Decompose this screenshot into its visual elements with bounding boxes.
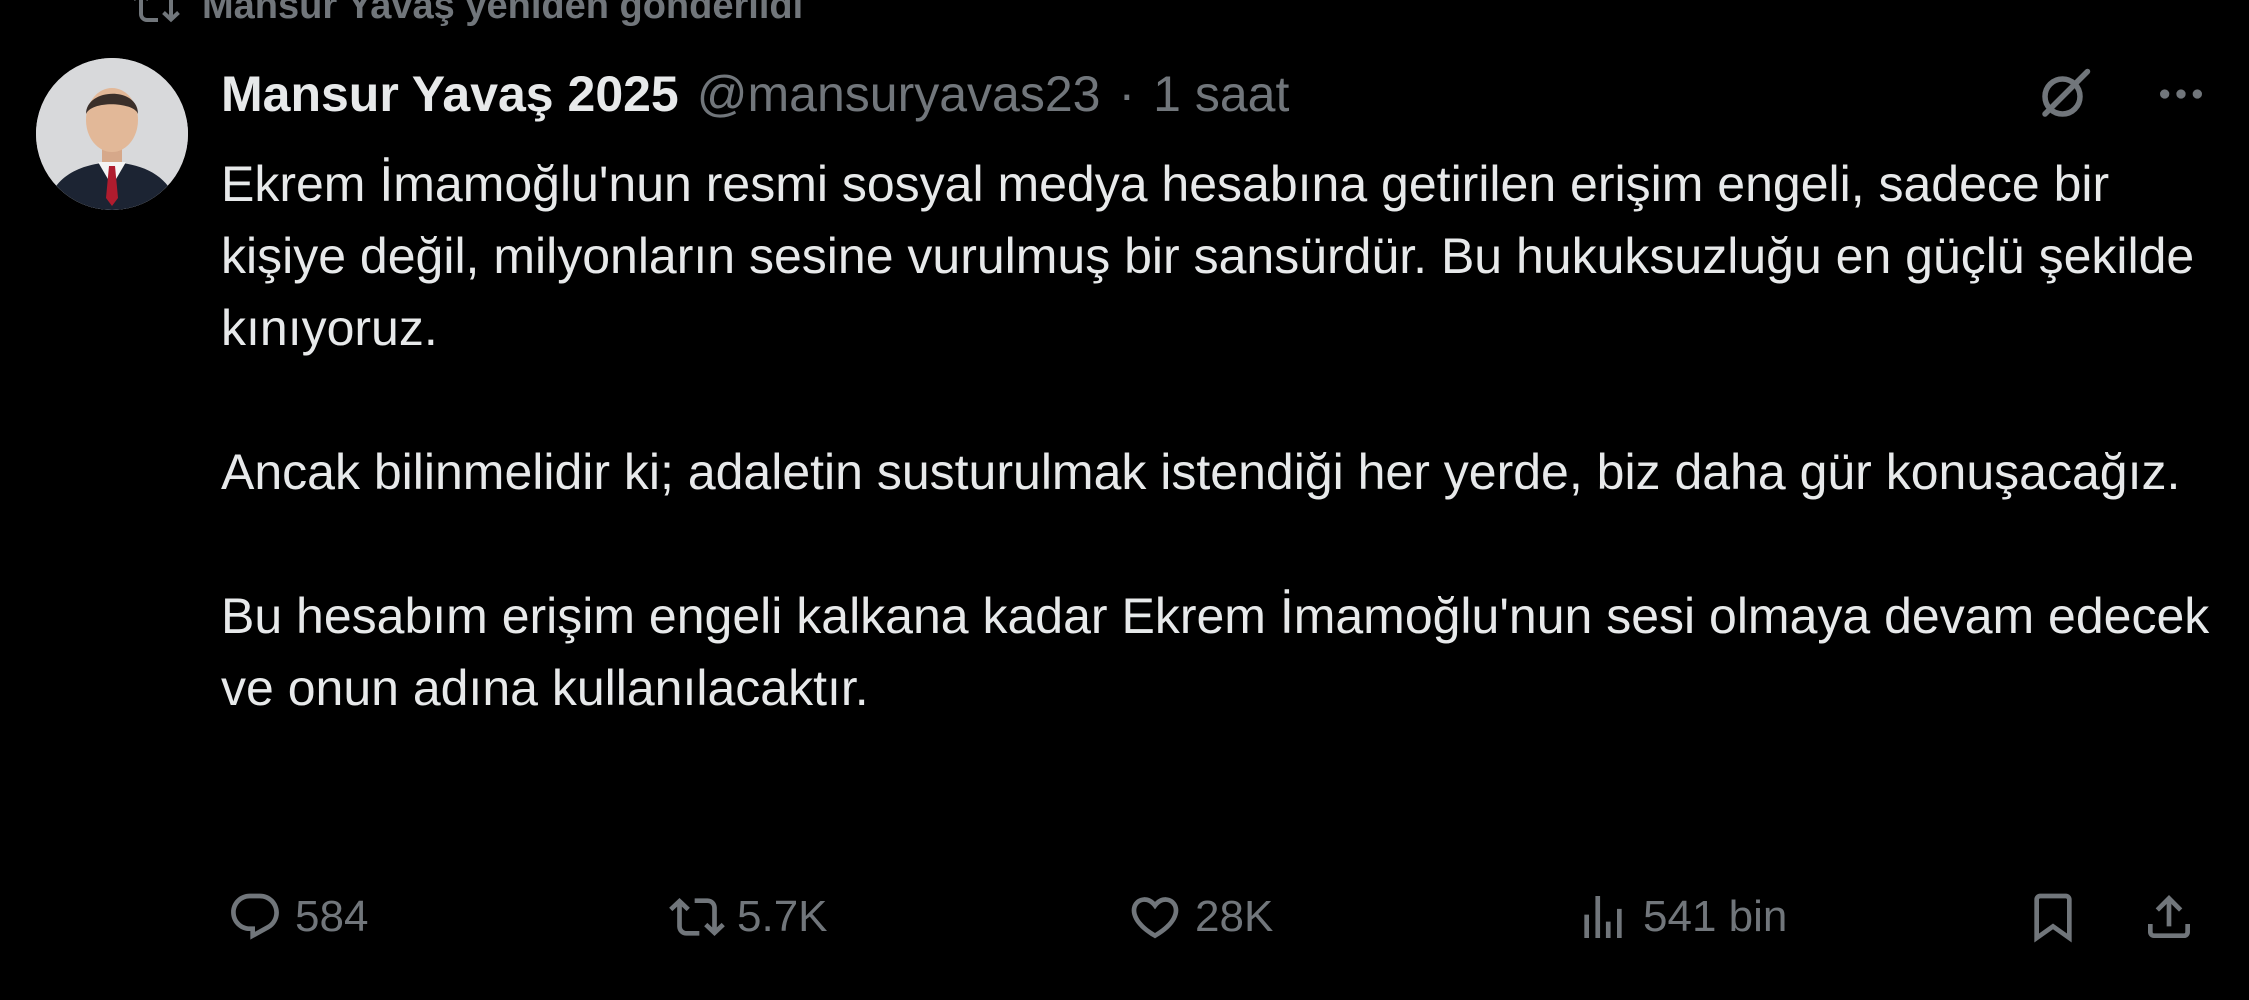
views-icon xyxy=(1584,896,1622,938)
tweet-text: Ekrem İmamoğlu'nun resmi sosyal medya he… xyxy=(221,148,2211,724)
avatar[interactable] xyxy=(36,58,188,210)
social-context[interactable]: Mansur Yavaş yeniden gönderildi xyxy=(132,0,803,30)
repost-count: 5.7K xyxy=(737,892,828,941)
tweet-header: Mansur Yavaş 2025 @mansuryavas23 · 1 saa… xyxy=(221,64,1289,124)
views-button[interactable]: 541 bin xyxy=(1575,882,1787,952)
grok-icon[interactable] xyxy=(2035,64,2095,124)
author-display-name[interactable]: Mansur Yavaş 2025 xyxy=(221,65,679,123)
views-count: 541 bin xyxy=(1643,892,1788,941)
tweet-action-bar: 584 5.7K 28K 541 bin xyxy=(221,882,2211,952)
social-context-text: Mansur Yavaş yeniden gönderildi xyxy=(202,0,804,27)
retweet-icon xyxy=(133,0,180,23)
repost-icon xyxy=(669,898,725,936)
tweet-top-actions xyxy=(2035,64,2209,124)
separator-dot: · xyxy=(1118,66,1136,122)
tweet-timestamp[interactable]: 1 saat xyxy=(1153,65,1289,123)
more-icon[interactable] xyxy=(2153,66,2209,122)
share-icon xyxy=(2148,895,2190,938)
like-count: 28K xyxy=(1195,892,1274,941)
like-button[interactable]: 28K xyxy=(1127,882,1273,952)
reply-count: 584 xyxy=(295,892,369,941)
author-handle[interactable]: @mansuryavas23 xyxy=(697,65,1101,123)
reply-icon xyxy=(231,893,279,940)
tweet-paragraph: Ancak bilinmelidir ki; adaletin susturul… xyxy=(221,444,2181,500)
tweet-paragraph: Bu hesabım erişim engeli kalkana kadar E… xyxy=(221,588,2210,716)
reply-button[interactable]: 584 xyxy=(227,882,368,952)
repost-button[interactable]: 5.7K xyxy=(669,882,828,952)
bookmark-button[interactable] xyxy=(2025,882,2081,952)
share-button[interactable] xyxy=(2141,882,2197,952)
bookmark-icon xyxy=(2034,893,2072,943)
heart-icon xyxy=(1131,897,1179,939)
tweet-paragraph: Ekrem İmamoğlu'nun resmi sosyal medya he… xyxy=(221,156,2195,356)
